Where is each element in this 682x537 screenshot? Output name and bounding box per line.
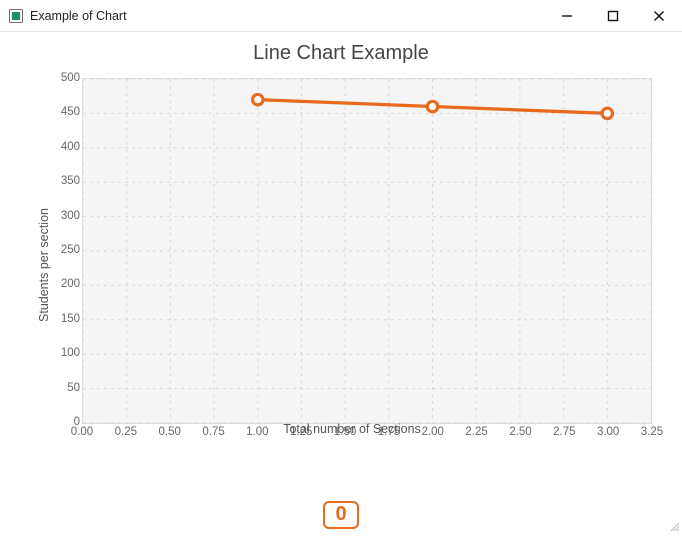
titlebar: Example of Chart (0, 0, 682, 32)
legend-badge[interactable]: 0 (323, 501, 358, 529)
y-tick-label: 500 (56, 72, 80, 84)
y-tick-label: 300 (56, 210, 80, 222)
plot-wrap: Students per section 0501001502002503003… (46, 78, 658, 452)
plot-svg (83, 79, 651, 423)
x-tick-label: 2.75 (553, 426, 575, 438)
x-tick-label: 0.75 (202, 426, 224, 438)
y-axis-ticks: 050100150200250300350400450500 (56, 78, 80, 424)
x-tick-label: 2.50 (509, 426, 531, 438)
y-tick-label: 100 (56, 347, 80, 359)
app-icon (8, 8, 24, 24)
x-tick-label: 2.00 (422, 426, 444, 438)
window-controls (544, 0, 682, 31)
resize-grip-icon[interactable] (668, 520, 680, 535)
x-axis-label: Total number of Sections (283, 422, 421, 436)
y-tick-label: 250 (56, 244, 80, 256)
maximize-button[interactable] (590, 0, 636, 31)
y-tick-label: 350 (56, 175, 80, 187)
y-tick-label: 450 (56, 106, 80, 118)
y-tick-label: 50 (56, 382, 80, 394)
x-tick-label: 1.00 (246, 426, 268, 438)
chart-title: Line Chart Example (0, 32, 682, 71)
y-tick-label: 200 (56, 278, 80, 290)
minimize-button[interactable] (544, 0, 590, 31)
chart-area: Line Chart Example Students per section … (0, 32, 682, 496)
x-tick-label: 0.50 (158, 426, 180, 438)
plot-region (82, 78, 652, 424)
window-title: Example of Chart (30, 9, 127, 23)
y-tick-label: 400 (56, 141, 80, 153)
legend-row: 0 (0, 501, 682, 529)
x-tick-label: 0.25 (115, 426, 137, 438)
x-tick-label: 3.25 (641, 426, 663, 438)
close-button[interactable] (636, 0, 682, 31)
y-axis-label: Students per section (37, 208, 51, 322)
x-tick-label: 3.00 (597, 426, 619, 438)
x-tick-label: 2.25 (465, 426, 487, 438)
grid-lines (83, 79, 651, 423)
y-tick-label: 150 (56, 313, 80, 325)
x-tick-label: 0.00 (71, 426, 93, 438)
